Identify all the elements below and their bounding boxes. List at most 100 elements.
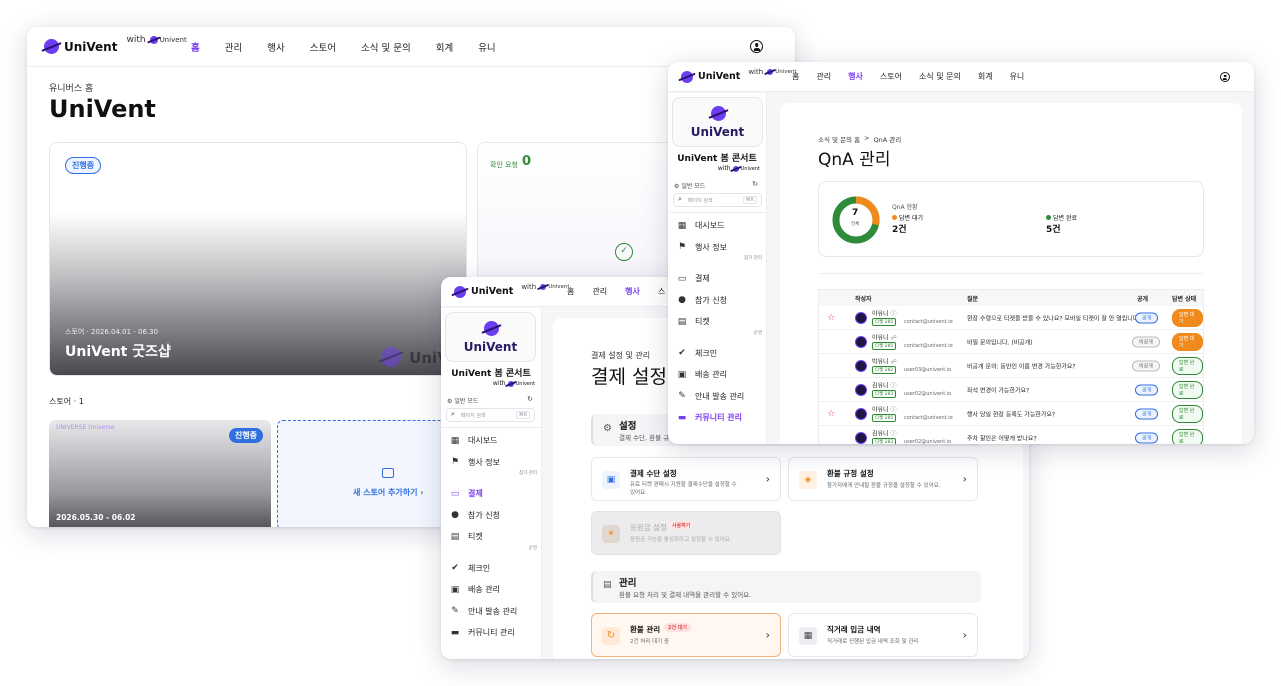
payment-method-desc: 유료 티켓 판매시 지원할 결제수단을 설정할 수	[630, 482, 737, 488]
event-logo-text: UniVent	[463, 340, 518, 354]
nav-item[interactable]: 소식 및 문의	[361, 40, 411, 54]
event-with: with Univent	[718, 165, 760, 172]
brand-logo[interactable]: UniVent with Univent	[681, 68, 797, 83]
sidebar-item[interactable]: ▣ 배송 관리	[449, 584, 500, 595]
sidebar-item[interactable]: ✎ 안내 발송 관리	[676, 391, 744, 402]
question-text[interactable]: 현장 수령으로 티켓을 받을 수 있나요? 모바일 티켓이 잘 안 열립니다.	[967, 313, 1140, 322]
nav-item[interactable]: 스토어	[310, 40, 336, 54]
search-input[interactable]: 페이지 검색	[461, 412, 486, 419]
sidebar-item[interactable]: ✔ 체크인	[449, 563, 490, 574]
qna-divider	[818, 273, 1204, 274]
user-icon[interactable]	[750, 40, 763, 53]
brand-logo[interactable]: UniVent with Univent	[454, 283, 570, 298]
table-row[interactable]: 박유니 ☍ 티켓 282 user03@univent.io 비공개 문의: 동반인 …	[819, 354, 1203, 378]
sidebar-item[interactable]: ⚑ 행사 정보	[449, 457, 500, 468]
partner-logo-icon	[732, 165, 739, 172]
sidebar-item-label: 커뮤니티 관리	[695, 413, 742, 422]
sidebar-item[interactable]: ⚑ 행사 정보	[676, 242, 727, 253]
sidebar-item[interactable]: ✔ 체크인	[676, 348, 717, 359]
privacy-icon: ⓘ	[890, 382, 897, 390]
store-card[interactable]: UNIVERSE Universe 진행중 2026.05.30 - 06.02	[49, 420, 271, 527]
nav-item[interactable]: 행사	[267, 40, 284, 54]
group-label-join: 참가 관리	[744, 256, 762, 261]
nav-item[interactable]: 홈	[567, 286, 574, 297]
search-input[interactable]: 페이지 검색	[688, 197, 713, 204]
refund-pending-tag: 2건 대기	[664, 623, 692, 632]
store-date: 2026.05.30 - 06.02	[56, 513, 136, 522]
nav-item[interactable]: 스	[658, 286, 665, 297]
question-text[interactable]: 비공개 문의: 동반인 이름 변경 가능한가요?	[967, 361, 1076, 370]
mode-toggle[interactable]: ⚙ 일반 모드	[447, 396, 478, 405]
sidebar-item[interactable]: ▬ 커뮤니티 관리	[676, 412, 742, 423]
sidebar-item[interactable]: ▤ 티켓	[449, 531, 483, 542]
nav-item[interactable]: 관리	[816, 71, 831, 82]
answer-status-badge: 답변 완료	[1172, 428, 1203, 444]
refresh-icon[interactable]: ↻	[527, 395, 533, 403]
nav-item[interactable]: 스토어	[880, 71, 902, 82]
nav-item[interactable]: 소식 및 문의	[919, 71, 961, 82]
sidebar-item[interactable]: ✎ 안내 발송 관리	[449, 606, 517, 617]
public-badge: 공개	[1135, 408, 1159, 419]
table-row[interactable]: 이유니 ☍ 티켓 285 contact@univent.io 비밀 문의입니다. (…	[819, 330, 1203, 354]
nav-item[interactable]: 유니	[478, 40, 495, 54]
table-row[interactable]: ☆ 이유니 ⓘ 티켓 285 contact@univent.io 행사 당일 현장 등…	[819, 402, 1203, 426]
store-brand-text: UNIVERSE Universe	[56, 424, 115, 431]
sidebar-search-divider	[441, 427, 541, 428]
question-text[interactable]: 좌석 변경이 가능한가요?	[967, 385, 1029, 394]
question-text[interactable]: 주차 할인은 어떻게 받나요?	[967, 433, 1037, 442]
hero-store-card[interactable]: 진행중 스토어 · 2026.04.01 - 06.30 UniVent 굿즈샵…	[49, 142, 467, 376]
nav-item[interactable]: 관리	[225, 40, 242, 54]
nav-item[interactable]: 관리	[592, 286, 607, 297]
sidebar-item[interactable]: ▬ 커뮤니티 관리	[449, 627, 515, 638]
refund-rule-card[interactable]: ◈ 환불 규정 설정 참가자에게 안내될 환불 규정을 설정할 수 있어요. ›	[788, 457, 978, 501]
ticket-badge: 티켓 283	[872, 390, 897, 398]
nav-item[interactable]: 회계	[978, 71, 993, 82]
payment-method-desc-2: 있어요.	[630, 490, 647, 496]
sidebar-item[interactable]: ▣ 배송 관리	[676, 369, 727, 380]
event-logo-card[interactable]: UniVent	[445, 312, 536, 362]
payment-method-card[interactable]: ▣ 결제 수단 설정 유료 티켓 판매시 지원할 결제수단을 설정할 수 있어요…	[591, 457, 781, 501]
table-row[interactable]: 김유니 ⓘ 티켓 283 user02@univent.io 주차 할인은 어떻게 받…	[819, 426, 1203, 444]
nav-item[interactable]: 유니	[1010, 71, 1025, 82]
table-row[interactable]: 김유니 ⓘ 티켓 283 user02@univent.io 좌석 변경이 가능한가요…	[819, 378, 1203, 402]
page-search[interactable]: ⌕ 페이지 검색 ⌘K	[446, 408, 535, 422]
page-search[interactable]: ⌕ 페이지 검색 ⌘K	[673, 193, 762, 207]
sidebar-item[interactable]: ● 참가 신청	[676, 295, 727, 306]
sidebar-item[interactable]: ● 참가 신청	[449, 510, 500, 521]
direct-deposit-card[interactable]: ▦ 직거래 입금 내역 직거래로 진행된 입금 내역 조회 및 관리 ›	[788, 613, 978, 657]
chevron-right-icon: ›	[962, 628, 967, 642]
gear-icon: ⚙	[674, 183, 680, 190]
nav-item[interactable]: 행사	[848, 71, 863, 82]
support-fund-card[interactable]: ✶ 응원금 설정 사용하기 응원금 기능을 활성화하고 설정할 수 있어요.	[591, 511, 781, 555]
author-name: 김유니 ⓘ	[872, 429, 897, 438]
search-shortcut: ⌘K	[742, 196, 757, 204]
brand-logo[interactable]: UniVent with Univent	[44, 35, 187, 54]
user-icon[interactable]	[1220, 72, 1230, 82]
sidebar-item-label: 대시보드	[468, 436, 498, 445]
breadcrumb-news-home[interactable]: 소식 및 문의 홈	[818, 134, 860, 144]
star-icon[interactable]: ☆	[827, 313, 835, 323]
mode-toggle[interactable]: ⚙ 일반 모드	[674, 181, 705, 190]
sidebar-item-icon: ✔	[678, 348, 686, 358]
nav-item[interactable]: 회계	[436, 40, 453, 54]
group-label-join: 참가 관리	[519, 471, 537, 476]
question-text[interactable]: 비밀 문의입니다. (비공개)	[967, 337, 1033, 346]
nav-item[interactable]: 홈	[792, 71, 799, 82]
sidebar-item[interactable]: ▦ 대시보드	[449, 435, 498, 446]
star-icon[interactable]: ☆	[827, 409, 835, 419]
sidebar-item[interactable]: ▭ 결제	[676, 273, 710, 284]
refund-manage-card[interactable]: ↻ 환불 관리 2건 대기 2건 처리 대기 중 ›	[591, 613, 781, 657]
nav-item[interactable]: 행사	[625, 286, 640, 297]
event-logo-card[interactable]: UniVent	[672, 97, 763, 147]
public-badge: 공개	[1135, 432, 1159, 443]
confirm-request-card[interactable]: 확인 요청 0 ✓	[477, 142, 677, 282]
sidebar-item[interactable]: ▤ 티켓	[676, 316, 710, 327]
sidebar-item[interactable]: ▭ 결제	[449, 488, 483, 499]
table-row[interactable]: ☆ 이유니 ⓘ 티켓 285 contact@univent.io 현장 수령으로 티켓…	[819, 306, 1203, 330]
sidebar-item[interactable]: ▦ 대시보드	[676, 220, 725, 231]
question-text[interactable]: 행사 당일 현장 등록도 가능한가요?	[967, 409, 1055, 418]
author-email: contact@univent.io	[904, 343, 953, 349]
nav-item[interactable]: 홈	[191, 40, 200, 54]
refresh-icon[interactable]: ↻	[752, 180, 758, 188]
ticket-badge: 티켓 285	[872, 318, 897, 326]
